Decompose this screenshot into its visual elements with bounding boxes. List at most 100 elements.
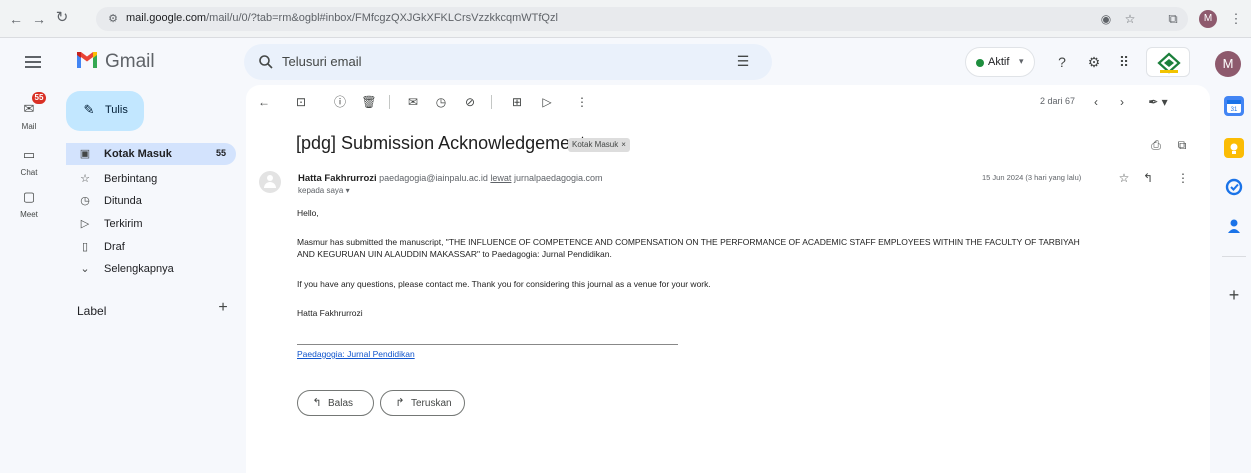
reply-label: Balas — [328, 398, 354, 409]
status-label: Aktif — [988, 56, 1010, 68]
reply-button[interactable]: ↰ Balas — [297, 390, 374, 416]
settings-gear-icon[interactable]: ⚙ — [1084, 52, 1104, 72]
snooze-clock-icon[interactable]: ◷ — [432, 93, 450, 111]
search-options-icon[interactable]: ☰ — [734, 53, 752, 71]
help-icon[interactable]: ? — [1052, 52, 1072, 72]
compose-button[interactable]: ✎ Tulis — [66, 91, 144, 131]
delete-trash-icon[interactable]: 🗑 — [360, 93, 378, 111]
compose-label: Tulis — [105, 104, 128, 116]
label-chip[interactable]: Kotak Masuk × — [568, 138, 630, 152]
email-signature: Hatta Fakhrurrozi — [297, 308, 363, 318]
nav-item-sent[interactable]: ▷ Terkirim — [66, 213, 236, 235]
gmail-m-icon — [77, 52, 97, 68]
chevron-down-icon: ▾ — [345, 186, 350, 195]
recipient-details[interactable]: kepada saya ▾ — [298, 186, 350, 195]
reload-icon[interactable]: ↻ — [53, 9, 71, 27]
chevron-down-icon: ⌄ — [80, 263, 90, 275]
nav-label: Berbintang — [104, 173, 158, 185]
mark-unread-icon[interactable]: ✉ — [404, 93, 422, 111]
open-new-window-icon[interactable]: ⧉ — [1174, 137, 1190, 153]
via-domain: jurnalpaedagogia.com — [513, 173, 603, 183]
status-dot — [976, 59, 984, 67]
more-vertical-icon[interactable]: ⋮ — [1175, 170, 1191, 186]
contacts-app-icon[interactable] — [1224, 216, 1244, 236]
forward-arrow-icon: ↱ — [395, 397, 405, 409]
rail-mail[interactable]: ✉ 55 Mail — [10, 92, 48, 131]
via-link[interactable]: lewat — [490, 173, 511, 183]
sender-name[interactable]: Hatta Fakhrurrozi — [298, 173, 377, 184]
archive-icon[interactable]: ⊡ — [292, 93, 310, 111]
back-to-inbox-icon[interactable]: ← — [255, 93, 273, 111]
nav-item-starred[interactable]: ☆ Berbintang — [66, 168, 236, 190]
install-app-icon[interactable]: ◉ — [1098, 11, 1114, 27]
nav-label: Draf — [104, 241, 125, 253]
nav-item-more[interactable]: ⌄ Selengkapnya — [66, 258, 236, 280]
newer-chevron-left-icon[interactable]: ‹ — [1087, 93, 1105, 111]
nav-label: Ditunda — [104, 195, 142, 207]
app-name: Gmail — [105, 51, 155, 72]
star-icon[interactable]: ☆ — [1116, 170, 1132, 186]
rail-chat-label: Chat — [20, 168, 38, 177]
rail-chat[interactable]: ▭ Chat — [10, 144, 48, 177]
address-bar[interactable]: ⚙ mail.google.com/mail/u/0/?tab=rm&ogbl#… — [96, 7, 1188, 31]
side-panel-divider — [1222, 256, 1246, 257]
sender-avatar — [259, 171, 281, 193]
journal-link[interactable]: Paedagogia: Jurnal Pendidikan — [297, 349, 415, 359]
organization-logo[interactable] — [1146, 47, 1190, 77]
account-avatar[interactable]: M — [1215, 51, 1241, 77]
email-greeting: Hello, — [297, 208, 319, 218]
browser-profile-avatar[interactable]: M — [1199, 10, 1217, 28]
org-emblem-icon — [1157, 52, 1181, 74]
search-input[interactable] — [282, 54, 722, 69]
bookmark-star-icon[interactable]: ☆ — [1122, 11, 1138, 27]
nav-label: Terkirim — [104, 218, 143, 230]
nav-item-snoozed[interactable]: ◷ Ditunda — [66, 190, 236, 212]
keep-app-icon[interactable] — [1224, 138, 1244, 158]
remove-label-icon[interactable]: × — [621, 140, 626, 149]
email-paragraph-1-line-1: Masmur has submitted the manuscript, "TH… — [297, 237, 1080, 247]
video-camera-icon: ▢ — [22, 189, 36, 204]
search-icon[interactable] — [258, 54, 274, 70]
back-arrow-icon[interactable]: ← — [7, 10, 25, 28]
rail-meet[interactable]: ▢ Meet — [10, 186, 48, 219]
forward-button[interactable]: ↱ Teruskan — [380, 390, 465, 416]
older-chevron-right-icon[interactable]: › — [1113, 93, 1131, 111]
status-selector[interactable]: Aktif ▾ — [965, 47, 1035, 77]
email-subject: [pdg] Submission Acknowledgement — [296, 133, 586, 153]
report-spam-icon[interactable]: ⓘ — [331, 93, 349, 111]
search-bar[interactable]: ☰ — [244, 44, 772, 80]
draft-icon: ▯ — [81, 241, 89, 253]
more-options-icon[interactable]: ⋮ — [573, 93, 591, 111]
sender-line: Hatta Fakhrurrozi paedagogia@iainpalu.ac… — [298, 173, 603, 184]
unread-count: 55 — [215, 148, 226, 158]
pagination-count: 2 dari 67 — [1040, 96, 1076, 106]
apps-grid-icon[interactable]: ⠿ — [1114, 52, 1134, 72]
chat-bubble-icon: ▭ — [22, 147, 36, 162]
signature-divider — [297, 344, 678, 345]
add-task-icon[interactable]: ⊘ — [461, 93, 479, 111]
site-info-icon[interactable]: ⚙ — [106, 12, 120, 26]
main-menu-icon[interactable] — [22, 53, 44, 71]
move-to-icon[interactable]: ⊞ — [508, 93, 526, 111]
recipient-text: kepada saya — [298, 186, 344, 195]
url-text: mail.google.com/mail/u/0/?tab=rm&ogbl#in… — [126, 12, 558, 24]
forward-label: Teruskan — [411, 398, 452, 409]
reply-arrow-icon[interactable]: ↰ — [1140, 170, 1156, 186]
star-icon: ☆ — [80, 173, 90, 185]
add-app-icon[interactable]: + — [1224, 285, 1244, 305]
forward-arrow-icon[interactable]: → — [30, 10, 48, 28]
browser-menu-icon[interactable]: ⋮ — [1226, 9, 1246, 29]
extensions-icon[interactable]: ⧉ — [1163, 9, 1183, 29]
input-tools-pen-icon[interactable]: ✒ ▾ — [1143, 93, 1173, 111]
tasks-app-icon[interactable] — [1224, 177, 1244, 197]
nav-item-drafts[interactable]: ▯ Draf — [66, 236, 236, 258]
email-date: 15 Jun 2024 (3 hari yang lalu) — [982, 173, 1082, 182]
print-icon[interactable]: ⎙ — [1148, 137, 1164, 153]
nav-item-inbox[interactable]: ▣ Kotak Masuk 55 — [66, 143, 236, 165]
sender-email: paedagogia@iainpalu.ac.id — [379, 173, 488, 183]
calendar-app-icon[interactable]: 31 — [1224, 96, 1244, 116]
chevron-down-icon: ▾ — [1019, 56, 1024, 66]
label-tag-icon[interactable]: ▷ — [538, 93, 556, 111]
labels-heading: Label — [77, 304, 107, 318]
add-label-icon[interactable]: + — [215, 300, 231, 316]
